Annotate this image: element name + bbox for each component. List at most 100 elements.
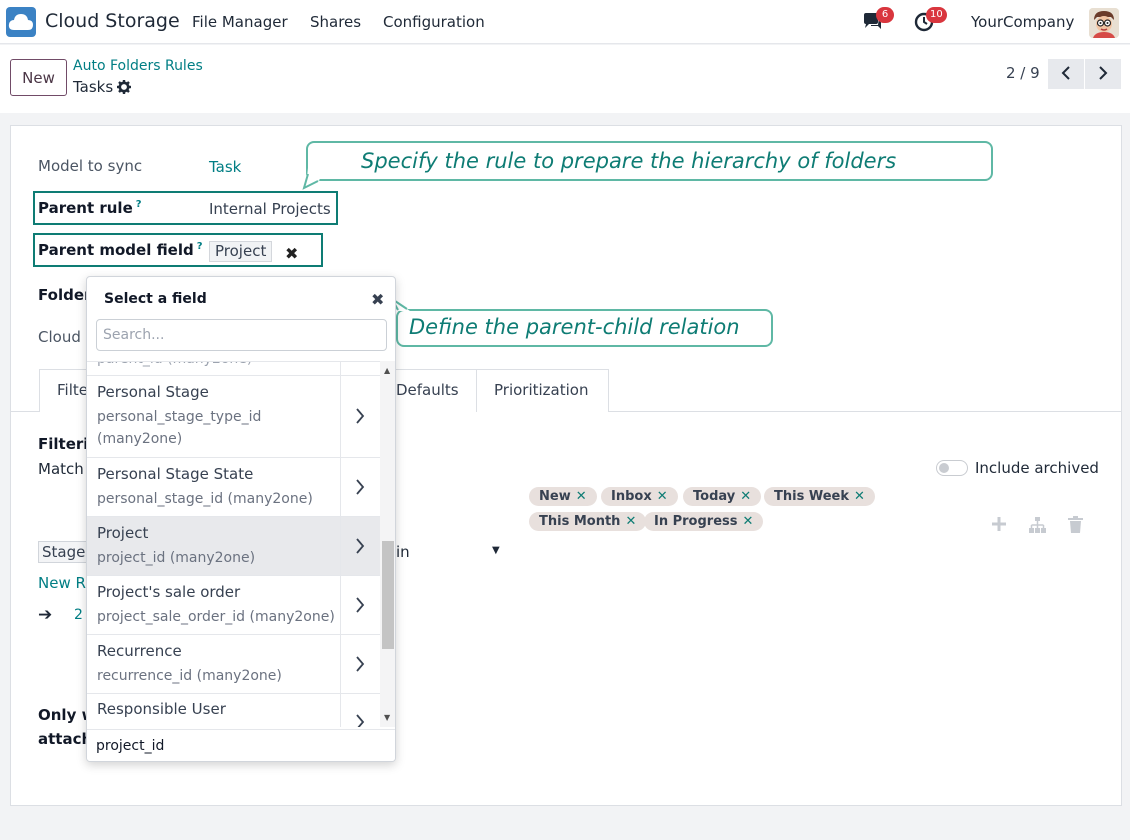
- filter-chip: This Month ✕: [529, 512, 647, 531]
- include-archived-toggle[interactable]: [936, 460, 968, 476]
- expand-field-button[interactable]: [340, 376, 380, 457]
- expand-field-button[interactable]: [340, 694, 380, 727]
- remove-chip-icon[interactable]: ✕: [743, 514, 754, 529]
- control-panel: New Auto Folders Rules Tasks 2 / 9: [0, 45, 1130, 113]
- list-item-selected[interactable]: Project project_id (many2one): [87, 517, 380, 576]
- model-to-sync-label: Model to sync: [38, 157, 143, 175]
- close-icon[interactable]: ✖: [371, 290, 384, 309]
- callout-hierarchy: Specify the rule to prepare the hierarch…: [306, 141, 993, 181]
- delete-rule-icon[interactable]: [1068, 516, 1083, 537]
- cloud-label: Cloud: [38, 328, 81, 346]
- popover-title: Select a field: [104, 291, 207, 307]
- expand-field-button[interactable]: [340, 362, 380, 375]
- chevron-right-icon: [356, 408, 365, 424]
- attachments-label: attach: [38, 730, 93, 748]
- filter-chip: Inbox ✕: [601, 487, 678, 506]
- callout-hierarchy-pointer: [302, 168, 320, 190]
- field-name: Project's sale order: [97, 583, 241, 601]
- record-count-link[interactable]: 2: [74, 607, 83, 623]
- model-to-sync-value[interactable]: Task: [209, 158, 241, 176]
- parent-model-field-value[interactable]: Project: [209, 241, 273, 262]
- list-item[interactable]: Recurrence recurrence_id (many2one): [87, 635, 380, 694]
- expand-field-button[interactable]: [340, 458, 380, 516]
- rule-operator-select[interactable]: in: [396, 543, 410, 561]
- pager-next-button[interactable]: [1085, 59, 1121, 89]
- remove-chip-icon[interactable]: ✕: [657, 489, 668, 504]
- field-search-input[interactable]: [96, 319, 387, 351]
- cloud-logo-icon[interactable]: [6, 7, 36, 37]
- breadcrumb-parent[interactable]: Auto Folders Rules: [73, 58, 203, 74]
- expand-field-button[interactable]: [340, 576, 380, 634]
- field-technical-name: parent_id (many2one): [97, 362, 252, 370]
- messages-icon[interactable]: 6: [862, 7, 894, 34]
- messages-badge: 6: [876, 7, 894, 23]
- operator-dropdown-icon[interactable]: ▼: [492, 545, 500, 556]
- filter-chip: Today ✕: [683, 487, 762, 506]
- field-name: Project: [97, 524, 149, 542]
- scrollbar-thumb[interactable]: [382, 541, 394, 649]
- parent-rule-value[interactable]: Internal Projects: [209, 200, 331, 218]
- add-branch-icon[interactable]: [1028, 516, 1046, 538]
- chevron-right-icon: [356, 656, 365, 672]
- new-rule-link[interactable]: New R: [38, 574, 86, 592]
- field-technical-name: personal_stage_id (many2one): [97, 491, 313, 507]
- scroll-down-icon[interactable]: ▼: [384, 713, 390, 722]
- filtering-label: Filteri: [38, 435, 89, 453]
- filter-chip: In Progress ✕: [644, 512, 764, 531]
- chevron-right-icon: [356, 714, 365, 727]
- pager-previous-button[interactable]: [1048, 59, 1084, 89]
- field-list-scrollbar[interactable]: ▲ ▼: [380, 361, 395, 727]
- company-switcher[interactable]: YourCompany: [971, 13, 1074, 31]
- callout-relation-text: Define the parent-child relation: [409, 315, 740, 339]
- remove-chip-icon[interactable]: ✕: [740, 489, 751, 504]
- select-field-popover: Select a field ✖ parent_id (many2one) Pe…: [86, 276, 396, 762]
- clear-field-button[interactable]: ✖: [285, 244, 298, 263]
- expand-field-button[interactable]: [340, 517, 380, 575]
- list-item[interactable]: Responsible User: [87, 694, 380, 727]
- pager-value[interactable]: 2 / 9: [1006, 64, 1040, 82]
- list-item[interactable]: parent_id (many2one): [87, 362, 380, 376]
- folder-label: Folder: [38, 286, 92, 304]
- filter-chip: New ✕: [529, 487, 597, 506]
- chevron-right-icon: [356, 538, 365, 554]
- user-avatar[interactable]: [1089, 8, 1119, 38]
- tab-prioritization[interactable]: Prioritization: [476, 369, 609, 412]
- remove-chip-icon[interactable]: ✕: [625, 514, 636, 529]
- breadcrumb-current: Tasks: [73, 78, 114, 96]
- rule-field-select[interactable]: Stage: [38, 541, 90, 563]
- chevron-right-icon: [356, 479, 365, 495]
- list-item[interactable]: Project's sale order project_sale_order_…: [87, 576, 380, 635]
- popover-footer: project_id: [87, 729, 395, 761]
- field-name: Personal Stage: [97, 383, 209, 401]
- filter-chip: This Week ✕: [764, 487, 875, 506]
- selected-field-path: project_id: [96, 738, 165, 754]
- app-title[interactable]: Cloud Storage: [45, 10, 180, 32]
- gear-icon[interactable]: [117, 80, 131, 98]
- field-type: (many2one): [97, 431, 183, 447]
- menu-shares[interactable]: Shares: [310, 13, 361, 31]
- remove-chip-icon[interactable]: ✕: [854, 489, 865, 504]
- field-name: Recurrence: [97, 642, 182, 660]
- add-rule-icon[interactable]: [991, 516, 1007, 536]
- arrow-right-icon: ➔: [38, 605, 53, 625]
- activities-clock-icon[interactable]: 10: [914, 7, 947, 36]
- remove-chip-icon[interactable]: ✕: [576, 489, 587, 504]
- parent-model-field-label: Parent model field?: [38, 241, 203, 259]
- field-technical-name: recurrence_id (many2one): [97, 668, 282, 684]
- list-item[interactable]: Personal Stage State personal_stage_id (…: [87, 458, 380, 517]
- chevron-right-icon: [356, 597, 365, 613]
- new-button[interactable]: New: [10, 59, 67, 96]
- scroll-up-icon[interactable]: ▲: [384, 366, 390, 375]
- parent-rule-label: Parent rule?: [38, 199, 142, 217]
- include-archived-label: Include archived: [975, 459, 1099, 477]
- menu-file-manager[interactable]: File Manager: [192, 13, 288, 31]
- callout-relation: Define the parent-child relation: [396, 309, 773, 347]
- callout-hierarchy-text: Specify the rule to prepare the hierarch…: [361, 149, 897, 173]
- expand-field-button[interactable]: [340, 635, 380, 693]
- field-name: Personal Stage State: [97, 465, 254, 483]
- activities-badge: 10: [926, 7, 947, 23]
- tab-defaults[interactable]: Defaults: [395, 369, 477, 412]
- menu-configuration[interactable]: Configuration: [383, 13, 485, 31]
- field-technical-name: project_sale_order_id (many2one): [97, 609, 335, 625]
- list-item[interactable]: Personal Stage personal_stage_type_id (m…: [87, 376, 380, 458]
